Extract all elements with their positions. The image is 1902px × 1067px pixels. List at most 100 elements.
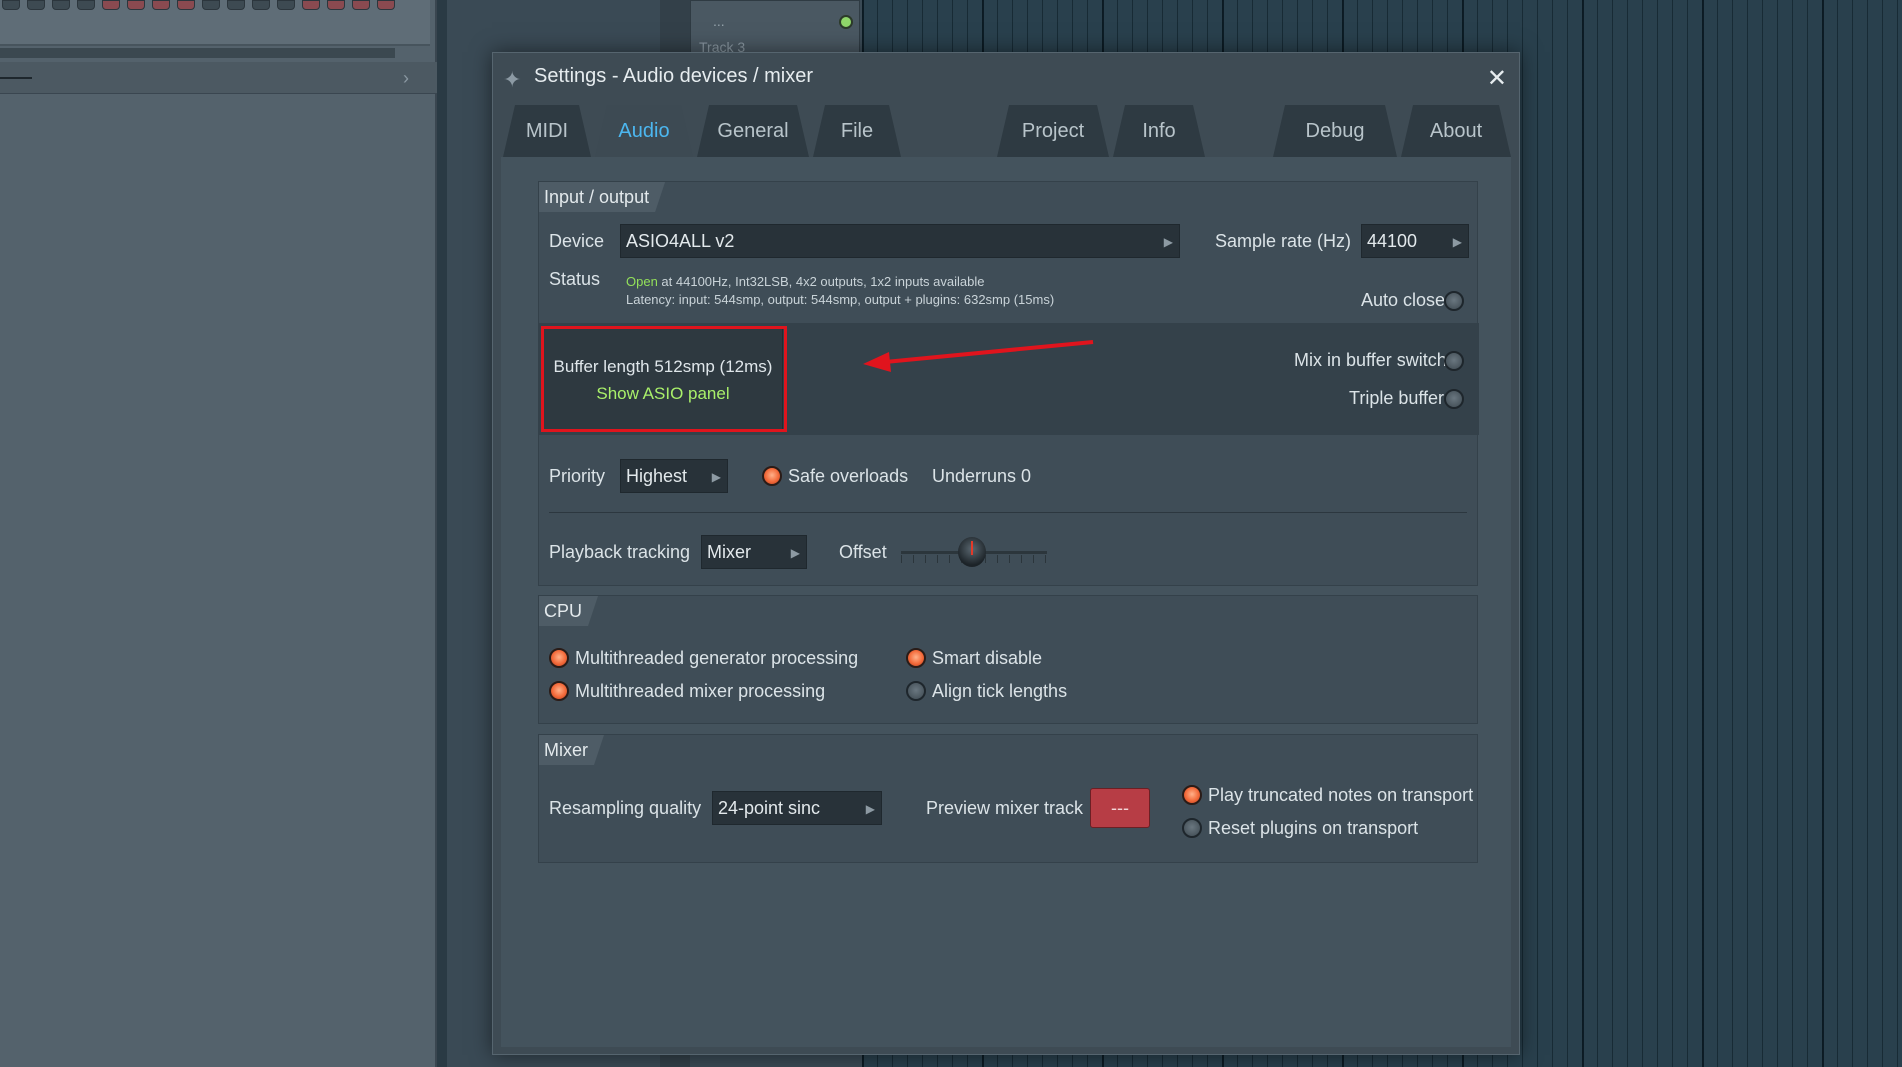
- resampling-quality-select[interactable]: 24-point sinc ▶: [712, 791, 882, 825]
- multithreaded-mixer-radio[interactable]: [549, 681, 569, 701]
- chevron-right-icon: ▶: [711, 470, 721, 484]
- chevron-right-icon: ▶: [865, 802, 875, 816]
- multithreaded-generator-radio[interactable]: [549, 648, 569, 668]
- smart-disable-radio[interactable]: [906, 648, 926, 668]
- step-button[interactable]: [127, 0, 145, 10]
- device-value: ASIO4ALL v2: [626, 230, 735, 251]
- status-open: Open: [626, 274, 658, 289]
- channel-rack-panel: ›: [0, 0, 437, 1067]
- sample-rate-select[interactable]: 44100 ▶: [1361, 224, 1469, 258]
- triple-buffer-radio[interactable]: [1444, 389, 1464, 409]
- priority-label: Priority: [549, 466, 606, 486]
- step-button[interactable]: [102, 0, 120, 10]
- settings-tabs: MIDI Audio General File Project Info Deb…: [501, 105, 1511, 157]
- auto-close-radio[interactable]: [1444, 291, 1464, 311]
- input-output-group: Input / output Device ASIO4ALL v2 ▶ Samp…: [538, 181, 1479, 586]
- step-button[interactable]: [202, 0, 220, 10]
- play-truncated-notes-label: Play truncated notes on transport: [1208, 785, 1474, 805]
- tab-info[interactable]: Info: [1113, 105, 1205, 157]
- play-truncated-notes-radio[interactable]: [1182, 785, 1202, 805]
- device-select[interactable]: ASIO4ALL v2 ▶: [620, 224, 1180, 258]
- mix-in-buffer-switch-radio[interactable]: [1444, 351, 1464, 371]
- tab-project[interactable]: Project: [997, 105, 1109, 157]
- chevron-right-icon: ▶: [1163, 235, 1173, 249]
- step-button[interactable]: [152, 0, 170, 10]
- settings-logo-icon: ✦: [503, 67, 522, 92]
- buffer-band: Buffer length 512smp (12ms) Show ASIO pa…: [539, 323, 1479, 435]
- buffer-length-text: Buffer length 512smp (12ms): [553, 357, 773, 376]
- step-button[interactable]: [327, 0, 345, 10]
- tab-midi[interactable]: MIDI: [503, 105, 591, 157]
- reset-plugins-radio[interactable]: [1182, 818, 1202, 838]
- close-icon[interactable]: ✕: [1487, 64, 1507, 93]
- audio-settings-content: Input / output Device ASIO4ALL v2 ▶ Samp…: [501, 157, 1511, 1047]
- offset-slider[interactable]: [901, 537, 1047, 567]
- playback-tracking-select[interactable]: Mixer ▶: [701, 535, 807, 569]
- chevron-right-icon: ▶: [1452, 235, 1462, 249]
- step-button[interactable]: [177, 0, 195, 10]
- chevron-right-icon: ▶: [790, 546, 800, 560]
- status-line-1: Open at 44100Hz, Int32LSB, 4x2 outputs, …: [626, 274, 984, 289]
- settings-dialog: ✦ Settings - Audio devices / mixer ✕ MID…: [492, 52, 1520, 1055]
- step-button[interactable]: [27, 0, 45, 10]
- triple-buffer-label: Triple buffer: [1349, 388, 1445, 408]
- step-button[interactable]: [377, 0, 395, 10]
- reset-plugins-label: Reset plugins on transport: [1208, 818, 1419, 838]
- tab-general[interactable]: General: [697, 105, 809, 157]
- sample-rate-value: 44100: [1367, 230, 1418, 251]
- safe-overloads-radio[interactable]: [762, 466, 782, 486]
- horizontal-scrollbar[interactable]: [0, 48, 395, 58]
- divider: [549, 512, 1467, 513]
- smart-disable-label: Smart disable: [932, 648, 1043, 668]
- section-label-mixer: Mixer: [539, 735, 604, 765]
- mix-in-buffer-switch-label: Mix in buffer switch: [1294, 350, 1447, 370]
- step-button[interactable]: [252, 0, 270, 10]
- show-asio-panel-link[interactable]: Show ASIO panel: [544, 384, 782, 404]
- step-button[interactable]: [2, 0, 20, 10]
- playback-tracking-label: Playback tracking: [549, 542, 691, 562]
- status-label: Status: [549, 269, 601, 289]
- multithreaded-mixer-label: Multithreaded mixer processing: [575, 681, 826, 701]
- align-tick-lengths-radio[interactable]: [906, 681, 926, 701]
- safe-overloads-label: Safe overloads: [788, 466, 909, 486]
- chevron-right-icon[interactable]: ›: [403, 68, 409, 89]
- section-label-input-output: Input / output: [539, 182, 665, 212]
- offset-label: Offset: [839, 542, 887, 562]
- align-tick-lengths-label: Align tick lengths: [932, 681, 1068, 701]
- auto-close-label: Auto close: [1361, 290, 1446, 310]
- step-button[interactable]: [52, 0, 70, 10]
- step-button[interactable]: [277, 0, 295, 10]
- status-line-2: Latency: input: 544smp, output: 544smp, …: [626, 292, 1055, 307]
- step-sequencer-strip: [0, 0, 430, 46]
- step-button[interactable]: [77, 0, 95, 10]
- step-button[interactable]: [352, 0, 370, 10]
- mixer-group: Mixer Resampling quality 24-point sinc ▶…: [538, 734, 1478, 863]
- tab-audio[interactable]: Audio: [595, 105, 693, 157]
- track-menu-dots[interactable]: ...: [713, 13, 725, 29]
- track-enable-led-icon[interactable]: [839, 15, 853, 29]
- step-button[interactable]: [227, 0, 245, 10]
- dialog-title: Settings - Audio devices / mixer: [534, 65, 814, 87]
- device-label: Device: [549, 231, 605, 251]
- multithreaded-generator-label: Multithreaded generator processing: [575, 648, 859, 668]
- show-asio-panel-button[interactable]: Buffer length 512smp (12ms) Show ASIO pa…: [543, 328, 783, 430]
- underruns-count: Underruns 0: [932, 466, 1032, 486]
- tab-debug[interactable]: Debug: [1273, 105, 1397, 157]
- step-button[interactable]: [302, 0, 320, 10]
- tab-about[interactable]: About: [1401, 105, 1511, 157]
- step-buttons: [2, 0, 395, 10]
- cpu-group: CPU Multithreaded generator processing M…: [538, 595, 1478, 724]
- dialog-titlebar[interactable]: ✦ Settings - Audio devices / mixer ✕: [493, 53, 1519, 105]
- section-label-cpu: CPU: [539, 596, 598, 626]
- sample-rate-label: Sample rate (Hz): [1215, 231, 1352, 251]
- resampling-quality-value: 24-point sinc: [718, 797, 821, 818]
- status-details: at 44100Hz, Int32LSB, 4x2 outputs, 1x2 i…: [657, 274, 985, 289]
- channel-rack-footer: ›: [0, 62, 437, 94]
- tab-file[interactable]: File: [813, 105, 901, 157]
- playlist-track-header[interactable]: ... Track 3: [690, 0, 860, 55]
- priority-select[interactable]: Highest ▶: [620, 459, 728, 493]
- divider: [0, 77, 32, 79]
- priority-value: Highest: [626, 465, 688, 486]
- preview-mixer-track-button[interactable]: ---: [1090, 788, 1150, 828]
- slider-knob[interactable]: [958, 537, 986, 567]
